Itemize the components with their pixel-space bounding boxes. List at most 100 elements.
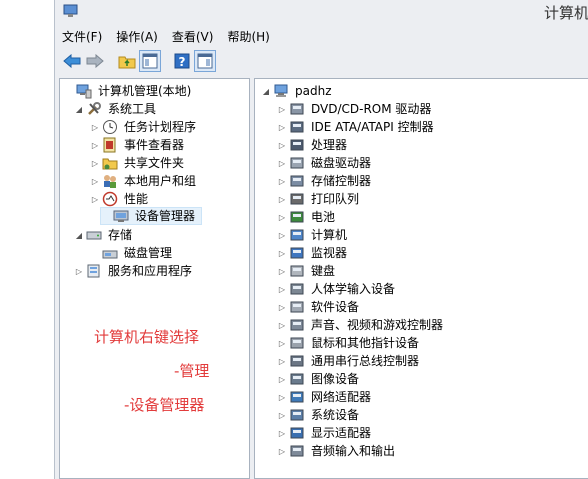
action-pane-icon — [197, 53, 213, 69]
device-category-label: 通用串行总线控制器 — [311, 354, 420, 368]
show-hide-tree-icon — [142, 53, 158, 69]
tree-expander[interactable]: ▷ — [90, 177, 100, 186]
device-category-item[interactable]: ▷ 处理器 — [277, 136, 349, 154]
display-adapter-icon — [290, 427, 304, 439]
tree-node-label: 任务计划程序 — [124, 120, 197, 134]
tree-expander[interactable]: ▷ — [277, 447, 287, 456]
shared-folders-icon — [102, 158, 118, 170]
device-category-item[interactable]: ▷ 电池 — [277, 208, 337, 226]
device-category-item[interactable]: ▷ 系统设备 — [277, 406, 361, 424]
annotation-manage: -管理 — [174, 362, 210, 380]
tree-expander[interactable]: ▷ — [277, 267, 287, 276]
tree-node-computer-management[interactable]: 计算机管理(本地) — [64, 82, 193, 100]
tree-node-services-apps[interactable]: ▷ 服务和应用程序 — [74, 262, 194, 280]
storage-controller-icon — [290, 175, 304, 187]
tree-node-storage[interactable]: ◢ 存储 — [74, 226, 134, 244]
tree-expander[interactable]: ▷ — [277, 357, 287, 366]
device-category-label: 键盘 — [311, 264, 336, 278]
device-category-item[interactable]: ▷ 监视器 — [277, 244, 349, 262]
device-category-item[interactable]: ▷ 音频输入和输出 — [277, 442, 397, 460]
navigation-tree-pane[interactable]: 计算机管理(本地) ◢ 系统工具 ▷ 任务计划程序 ▷ 事件查看器 ▷ 共享文件… — [59, 78, 250, 479]
tree-expander[interactable]: ▷ — [277, 339, 287, 348]
menu-file[interactable]: 文件(F) — [55, 26, 109, 46]
help-button[interactable]: ? — [171, 50, 193, 72]
tree-expander[interactable]: ◢ — [74, 105, 84, 114]
device-category-item[interactable]: ▷ 人体学输入设备 — [277, 280, 397, 298]
device-category-item[interactable]: ▷ 图像设备 — [277, 370, 361, 388]
help-icon: ? — [174, 53, 190, 69]
device-category-item[interactable]: ▷ 网络适配器 — [277, 388, 373, 406]
device-category-label: 声音、视频和游戏控制器 — [311, 318, 444, 332]
tree-expander[interactable]: ▷ — [277, 123, 287, 132]
tree-expander[interactable]: ▷ — [277, 159, 287, 168]
tree-expander[interactable]: ▷ — [277, 213, 287, 222]
back-button[interactable] — [61, 50, 83, 72]
device-category-label: 处理器 — [311, 138, 348, 152]
device-category-item[interactable]: ▷ 键盘 — [277, 262, 337, 280]
tree-node-device-manager[interactable]: 设备管理器 — [100, 207, 203, 225]
tree-expander[interactable]: ▷ — [277, 231, 287, 240]
tree-node-shared-folders[interactable]: ▷ 共享文件夹 — [90, 154, 186, 172]
device-category-item[interactable]: ▷ IDE ATA/ATAPI 控制器 — [277, 118, 436, 136]
toolbar-separator — [162, 50, 170, 72]
tree-node-disk-management[interactable]: 磁盘管理 — [90, 244, 174, 262]
tree-expander[interactable]: ▷ — [277, 375, 287, 384]
device-category-item[interactable]: ▷ 鼠标和其他指针设备 — [277, 334, 421, 352]
tree-node-performance[interactable]: ▷ 性能 — [90, 190, 150, 208]
tree-node-local-users[interactable]: ▷ 本地用户和组 — [90, 172, 198, 190]
tree-expander[interactable]: ▷ — [277, 195, 287, 204]
menu-action[interactable]: 操作(A) — [109, 26, 165, 46]
up-folder-button[interactable] — [116, 50, 138, 72]
device-category-item[interactable]: ▷ 声音、视频和游戏控制器 — [277, 316, 445, 334]
device-category-item[interactable]: ▷ 显示适配器 — [277, 424, 373, 442]
action-pane-button[interactable] — [194, 50, 216, 72]
device-tree-root[interactable]: ◢ padhz — [261, 82, 334, 100]
sound-icon — [290, 319, 304, 331]
tree-node-event-viewer[interactable]: ▷ 事件查看器 — [90, 136, 186, 154]
annotation-right-click: 计算机右键选择 — [94, 328, 200, 346]
tree-expander[interactable]: ▷ — [277, 249, 287, 258]
menu-bar: 文件(F) 操作(A) 查看(V) 帮助(H) — [55, 26, 588, 46]
tree-node-system-tools[interactable]: ◢ 系统工具 — [74, 100, 158, 118]
menu-view[interactable]: 查看(V) — [165, 26, 221, 46]
tree-expander[interactable]: ◢ — [261, 87, 271, 96]
tree-expander[interactable]: ▷ — [277, 303, 287, 312]
device-category-item[interactable]: ▷ 打印队列 — [277, 190, 361, 208]
processor-icon — [290, 139, 304, 151]
show-hide-tree-button[interactable] — [139, 50, 161, 72]
audio-io-icon — [290, 445, 304, 457]
tree-expander[interactable]: ▷ — [74, 267, 84, 276]
computer-management-window: 计算机 文件(F) 操作(A) 查看(V) 帮助(H) ? 计算机管理(本地) … — [54, 0, 588, 479]
tree-node-label: 系统工具 — [108, 102, 157, 116]
device-category-item[interactable]: ▷ 计算机 — [277, 226, 349, 244]
tree-expander[interactable]: ▷ — [90, 195, 100, 204]
hid-icon — [290, 283, 304, 295]
tree-expander[interactable]: ▷ — [277, 393, 287, 402]
device-category-item[interactable]: ▷ 软件设备 — [277, 298, 361, 316]
device-category-item[interactable]: ▷ 通用串行总线控制器 — [277, 352, 421, 370]
forward-button[interactable] — [84, 50, 106, 72]
tree-expander[interactable]: ▷ — [277, 177, 287, 186]
tree-expander[interactable]: ▷ — [277, 321, 287, 330]
tree-expander[interactable]: ▷ — [90, 141, 100, 150]
tree-expander[interactable]: ▷ — [90, 159, 100, 168]
device-category-item[interactable]: ▷ 磁盘驱动器 — [277, 154, 373, 172]
tree-expander[interactable]: ▷ — [277, 105, 287, 114]
device-category-item[interactable]: ▷ 存储控制器 — [277, 172, 373, 190]
device-category-item[interactable]: ▷ DVD/CD-ROM 驱动器 — [277, 100, 433, 118]
device-category-label: DVD/CD-ROM 驱动器 — [311, 102, 432, 116]
system-tools-icon — [88, 102, 101, 115]
tree-expander[interactable]: ◢ — [74, 231, 84, 240]
forward-arrow-icon — [86, 54, 104, 68]
ide-controller-icon — [290, 121, 304, 133]
tree-expander[interactable]: ▷ — [90, 123, 100, 132]
tree-node-task-scheduler[interactable]: ▷ 任务计划程序 — [90, 118, 198, 136]
tree-expander[interactable]: ▷ — [277, 285, 287, 294]
tree-expander[interactable]: ▷ — [277, 141, 287, 150]
device-tree-pane[interactable]: ◢ padhz ▷ DVD/CD-ROM 驱动器 ▷ IDE ATA/ATAPI 控制… — [254, 78, 588, 479]
menu-help[interactable]: 帮助(H) — [220, 26, 276, 46]
toolbar: ? — [55, 48, 588, 74]
computer-management-icon — [76, 84, 92, 99]
tree-expander[interactable]: ▷ — [277, 429, 287, 438]
tree-expander[interactable]: ▷ — [277, 411, 287, 420]
